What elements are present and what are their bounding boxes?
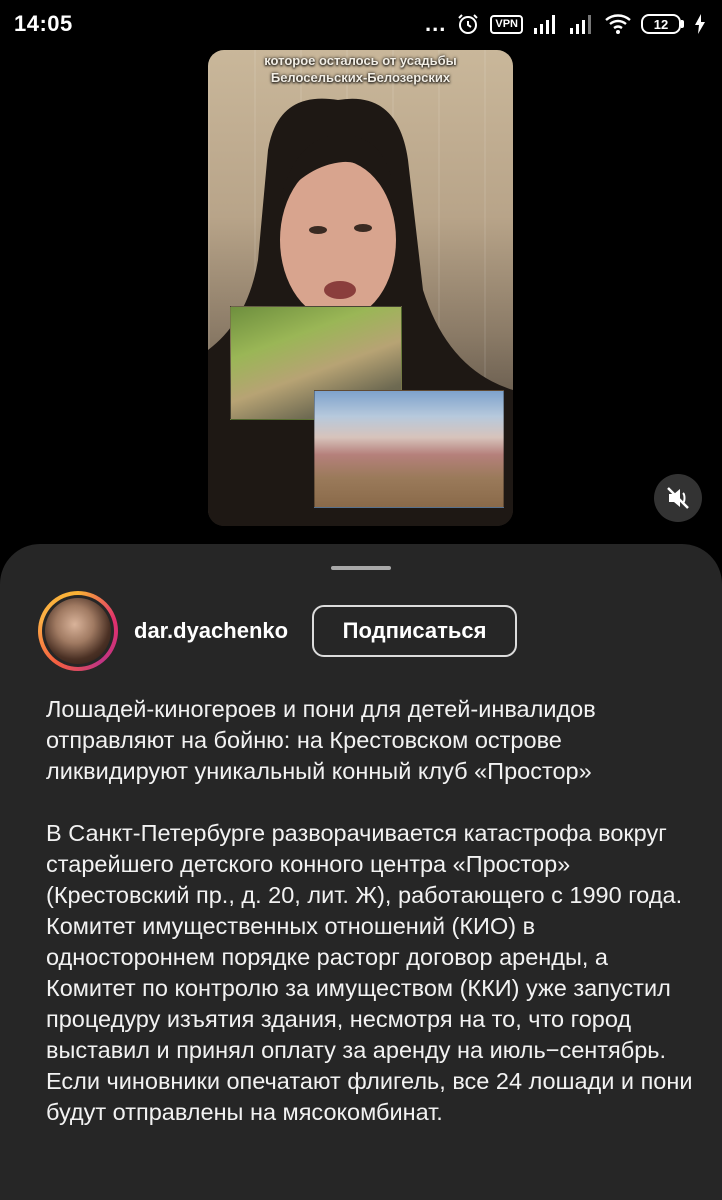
video-caption-text: которое осталось от усадьбы Белосельских…	[264, 53, 457, 85]
screen: 14:05 ... VPN 12 которое осталось от уса…	[0, 0, 722, 1200]
status-bar: 14:05 ... VPN 12	[0, 0, 722, 48]
mute-button[interactable]	[654, 474, 702, 522]
speaker-muted-icon	[667, 487, 689, 509]
signal-icon-secondary	[569, 14, 595, 34]
author-row: dar.dyachenko Подписаться	[38, 591, 678, 671]
avatar-story-ring[interactable]	[38, 591, 118, 671]
more-notifications-icon: ...	[425, 11, 447, 36]
charging-icon	[694, 14, 706, 34]
status-time: 14:05	[14, 11, 73, 36]
avatar	[45, 598, 111, 664]
status-icons: ... VPN 12	[425, 11, 706, 37]
caption-headline: Лошадей-киногероев и пони для детей-инва…	[46, 696, 596, 784]
post-details-sheet: dar.dyachenko Подписаться Лошадей-киноге…	[0, 544, 722, 1200]
stable-photo	[314, 390, 504, 508]
battery-level: 12	[641, 14, 681, 34]
vpn-icon: VPN	[490, 14, 523, 34]
wifi-icon	[605, 14, 631, 34]
battery-icon: 12	[641, 14, 684, 34]
drag-handle[interactable]	[331, 566, 391, 570]
follow-button[interactable]: Подписаться	[312, 605, 518, 657]
alarm-icon	[456, 12, 480, 36]
username[interactable]: dar.dyachenko	[134, 618, 288, 644]
reel-video[interactable]: которое осталось от усадьбы Белосельских…	[208, 50, 513, 526]
caption-body: В Санкт-Петербурге разворачивается катас…	[46, 820, 693, 1125]
video-caption: которое осталось от усадьбы Белосельских…	[208, 52, 513, 86]
post-caption: Лошадей-киногероев и пони для детей-инва…	[46, 694, 696, 1159]
signal-icon	[533, 14, 559, 34]
